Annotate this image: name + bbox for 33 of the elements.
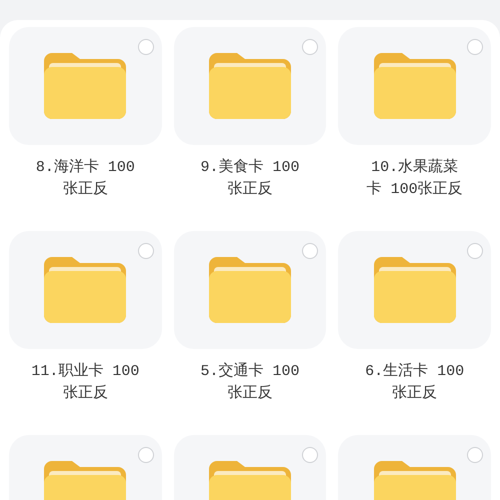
folder-name-line: 9.美食卡 100 xyxy=(200,157,300,178)
select-circle[interactable] xyxy=(467,447,483,463)
select-circle[interactable] xyxy=(138,243,154,259)
select-circle[interactable] xyxy=(302,243,318,259)
folder-name-line: 6.生活卡 100 xyxy=(365,362,464,382)
folder-name-line: 张正反 xyxy=(227,180,272,200)
folder-name-line: 8.海洋卡 100 xyxy=(36,158,135,178)
folder-tile[interactable] xyxy=(9,231,162,349)
folder-tile[interactable] xyxy=(338,231,491,349)
folder-tile[interactable] xyxy=(338,27,491,145)
folder-name-line: 张正反 xyxy=(227,384,272,404)
folder-name-line: 5.交通卡 100 xyxy=(200,361,300,382)
folder-icon xyxy=(44,257,126,323)
folder-tile[interactable] xyxy=(174,27,326,145)
folder-name-line: 10.水果蔬菜 xyxy=(371,158,458,178)
folder-icon xyxy=(208,257,291,323)
folder-name-line: 张正反 xyxy=(392,384,438,404)
select-circle[interactable] xyxy=(467,243,483,259)
select-circle[interactable] xyxy=(138,39,154,55)
folder-icon xyxy=(374,53,456,119)
select-circle[interactable] xyxy=(302,447,318,463)
folder-tile[interactable] xyxy=(9,27,162,145)
select-circle[interactable] xyxy=(302,39,318,55)
folder-name-line: 11.职业卡 100 xyxy=(31,362,140,382)
folder-name-line: 张正反 xyxy=(62,180,108,200)
folder-name-line: 张正反 xyxy=(62,384,108,404)
folder-icon xyxy=(208,53,291,119)
folder-icon xyxy=(374,257,456,323)
select-circle[interactable] xyxy=(467,39,483,55)
folder-name-line: 卡 100张正反 xyxy=(366,180,463,200)
select-circle[interactable] xyxy=(138,447,154,463)
folder-icon xyxy=(44,53,126,119)
folder-tile[interactable] xyxy=(174,231,326,349)
